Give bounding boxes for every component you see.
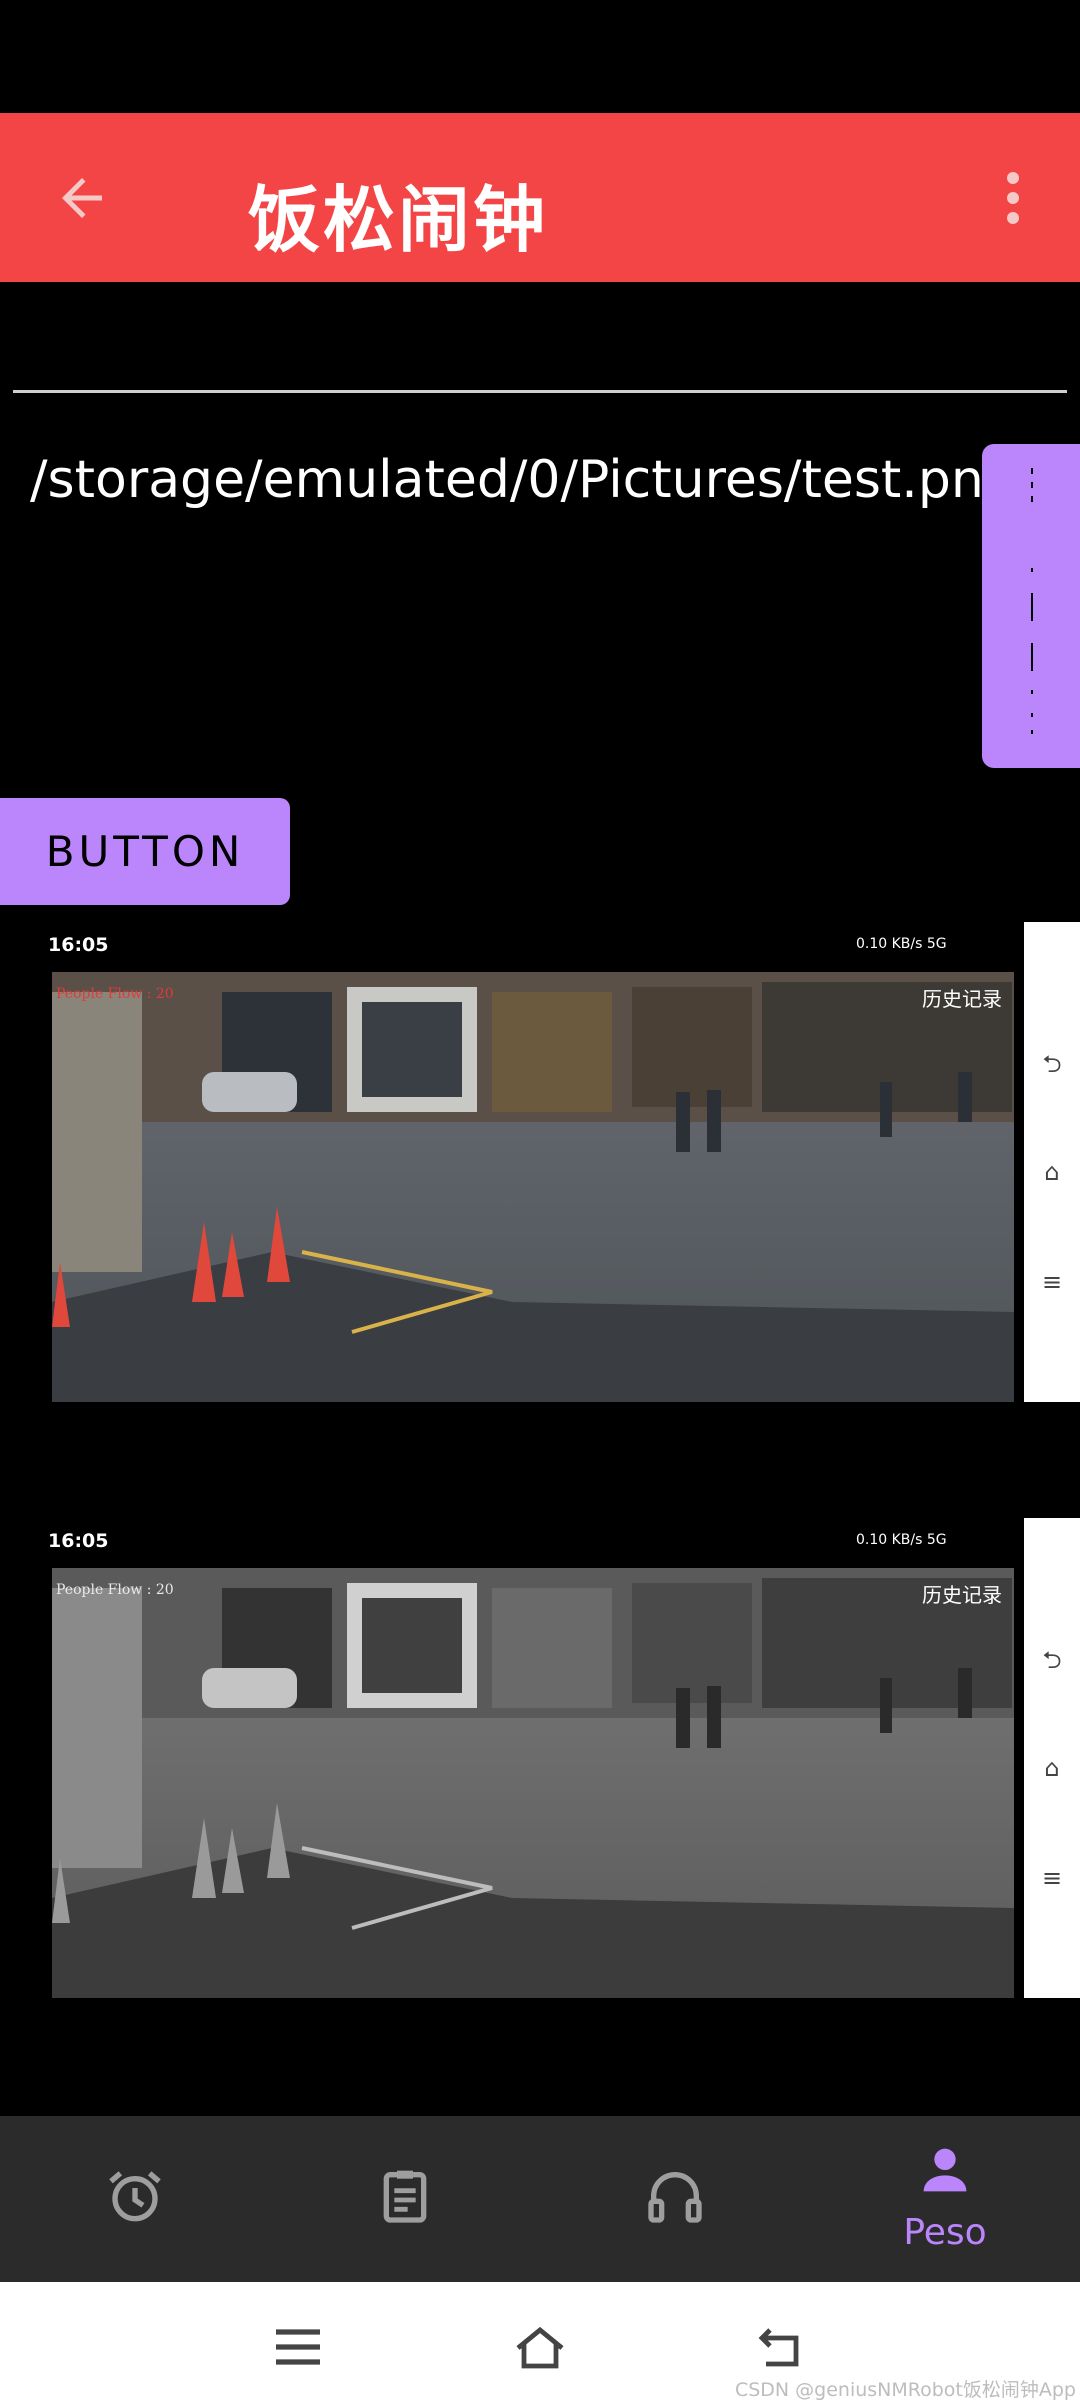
shot-menu-icon: ≡: [1041, 1268, 1063, 1296]
vertical-button-text-icon: [1031, 468, 1033, 734]
shot-home-icon: ⌂: [1044, 1158, 1060, 1186]
status-bar: [0, 0, 1080, 113]
overlay-people-flow: People Flow : 20: [56, 1582, 174, 1598]
overlay-people-flow: People Flow : 20: [56, 986, 174, 1002]
shot-status-time: 16:05: [48, 1530, 109, 1552]
shot-status-right: 0.10 KB/s 5G: [856, 1532, 947, 1548]
shot-back-icon: ⮌: [1042, 1050, 1062, 1078]
headphones-icon: [648, 2172, 702, 2223]
nav-item-alarm[interactable]: [0, 2116, 270, 2282]
person-icon: [923, 2148, 967, 2192]
more-vert-icon[interactable]: [995, 168, 1031, 228]
watermark: CSDN @geniusNMRobot饭松闹钟App: [734, 2379, 1076, 2401]
nav-item-audio[interactable]: [540, 2116, 810, 2282]
overlay-history: 历史记录: [922, 1583, 1002, 1607]
shot-back-icon: ⮌: [1042, 1646, 1062, 1674]
bottom-navigation: Peso: [0, 2116, 1080, 2282]
nav-item-list[interactable]: [270, 2116, 540, 2282]
alarm-icon: [109, 2171, 161, 2222]
street-camera-image-gray: People Flow : 20 历史记录: [52, 1568, 1014, 1998]
shot-menu-icon: ≡: [1041, 1864, 1063, 1892]
clipboard-icon: [383, 2170, 427, 2223]
divider: [13, 390, 1067, 393]
app-bar: 饭松闹钟: [0, 113, 1080, 282]
nav-item-profile[interactable]: Peso: [810, 2116, 1080, 2282]
file-path-text: /storage/emulated/0/Pictures/test.png: [30, 450, 1017, 510]
overlay-history: 历史记录: [922, 987, 1002, 1011]
screenshot-image-grayscale: 16:05 0.10 KB/s 5G People Flow: 20 历史记录…: [0, 1518, 1080, 1998]
back-arrow-icon[interactable]: [52, 168, 112, 228]
main-button[interactable]: BUTTON: [0, 798, 290, 905]
shot-nav-bar: ⮌ ⌂ ≡: [1024, 1518, 1080, 1998]
back-icon[interactable]: [756, 2324, 808, 2370]
system-nav-bar: CSDN @geniusNMRobot饭松闹钟App: [0, 2282, 1080, 2408]
shot-status-right: 0.10 KB/s 5G: [856, 936, 947, 952]
shot-status-time: 16:05: [48, 934, 109, 956]
screenshot-image-color: 16:05 0.10 KB/s 5G People Flow: 20 历史记录…: [0, 922, 1080, 1402]
shot-nav-bar: ⮌ ⌂ ≡: [1024, 922, 1080, 1402]
nav-label-peso: Peso: [903, 2212, 987, 2253]
vertical-button[interactable]: [982, 444, 1080, 768]
street-camera-image: People Flow : 20 历史记录: [52, 972, 1014, 1402]
menu-icon[interactable]: [272, 2324, 324, 2370]
app-title: 饭松闹钟: [248, 178, 549, 262]
home-icon[interactable]: [514, 2324, 566, 2370]
shot-home-icon: ⌂: [1044, 1754, 1060, 1782]
